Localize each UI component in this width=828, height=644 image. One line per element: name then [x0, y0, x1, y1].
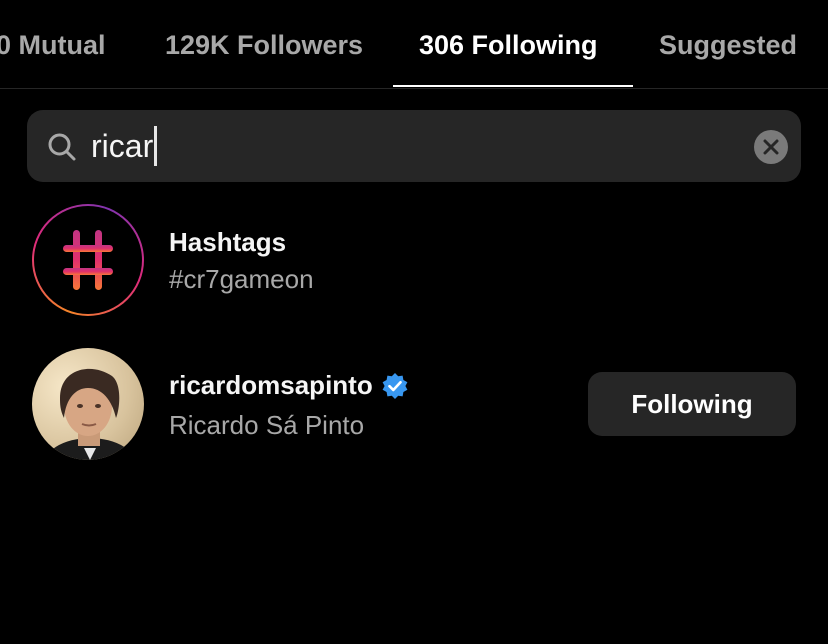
- username: ricardomsapinto: [169, 370, 409, 401]
- list-item-hashtags[interactable]: Hashtags #cr7gameon: [32, 204, 802, 316]
- tab-followers[interactable]: 129K Followers: [165, 28, 363, 62]
- hashtag-avatar: [32, 204, 144, 316]
- search-input[interactable]: ricar: [91, 125, 158, 167]
- tab-mutual[interactable]: 0 Mutual: [0, 28, 106, 62]
- result-subtitle: #cr7gameon: [169, 264, 314, 294]
- following-list-screen: 0 Mutual 129K Followers 306 Following Su…: [0, 0, 828, 644]
- hashtag-icon: [63, 230, 113, 290]
- tab-following[interactable]: 306 Following: [419, 28, 598, 62]
- search-icon: [47, 132, 77, 162]
- text-cursor: [154, 126, 158, 166]
- username-text: ricardomsapinto: [169, 370, 373, 400]
- tab-suggested[interactable]: Suggested: [659, 28, 797, 62]
- avatar[interactable]: [32, 348, 144, 460]
- search-query-text[interactable]: ricar: [91, 125, 153, 167]
- result-title: Hashtags: [169, 227, 287, 257]
- search-bar[interactable]: ricar: [27, 110, 801, 182]
- full-name: Ricardo Sá Pinto: [169, 410, 365, 440]
- tab-bar: 0 Mutual 129K Followers 306 Following Su…: [0, 0, 828, 89]
- active-tab-indicator: [393, 85, 633, 87]
- clear-x-icon: [763, 139, 779, 155]
- clear-search-button[interactable]: [754, 130, 788, 164]
- following-button[interactable]: Following: [588, 372, 796, 436]
- verified-badge-icon: [382, 372, 408, 399]
- list-item-user[interactable]: ricardomsapinto Ricardo Sá Pinto Followi…: [32, 348, 802, 460]
